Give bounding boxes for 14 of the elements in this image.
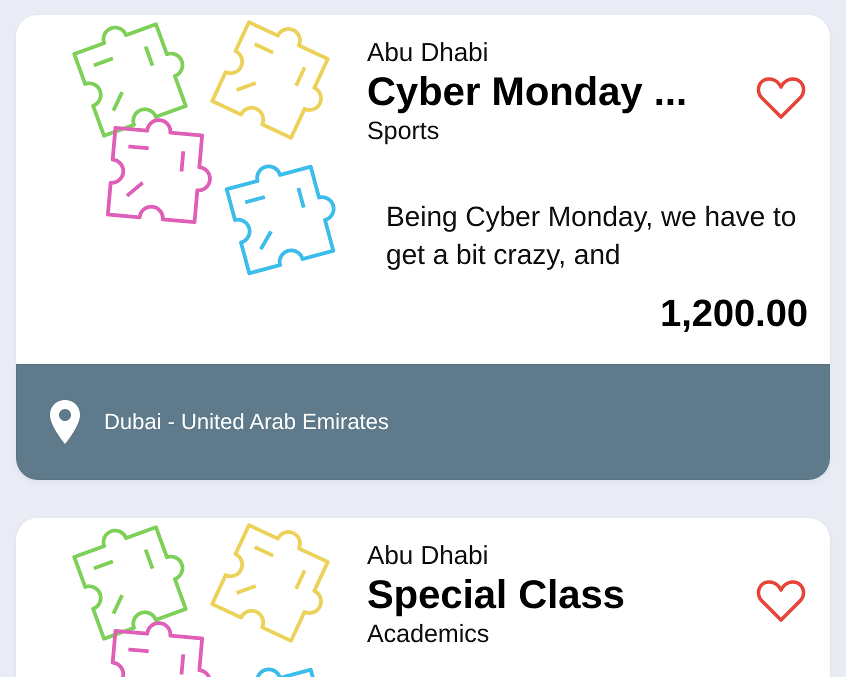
event-description: Being Cyber Monday, we have to get a bit crazy, and	[386, 200, 798, 272]
location-pin-icon	[48, 398, 82, 446]
event-title: Special Class	[367, 573, 625, 618]
event-card[interactable]: Abu Dhabi Special Class Academics	[16, 518, 830, 677]
event-card[interactable]: Abu Dhabi Cyber Monday ... Sports Being Cyber Monday, we have to get a bit crazy, and 1,200.00 Dubai - United Arab Emirates	[16, 15, 830, 480]
city-label: Abu Dhabi	[367, 37, 490, 68]
event-title: Cyber Monday ...	[367, 70, 688, 115]
city-label: Abu Dhabi	[367, 540, 490, 571]
location-text: Dubai - United Arab Emirates	[104, 409, 389, 435]
heart-icon[interactable]	[756, 75, 806, 121]
price-label: 1,200.00	[659, 293, 808, 336]
category-label: Sports	[367, 117, 440, 146]
heart-icon[interactable]	[756, 578, 806, 624]
category-label: Academics	[367, 620, 490, 649]
